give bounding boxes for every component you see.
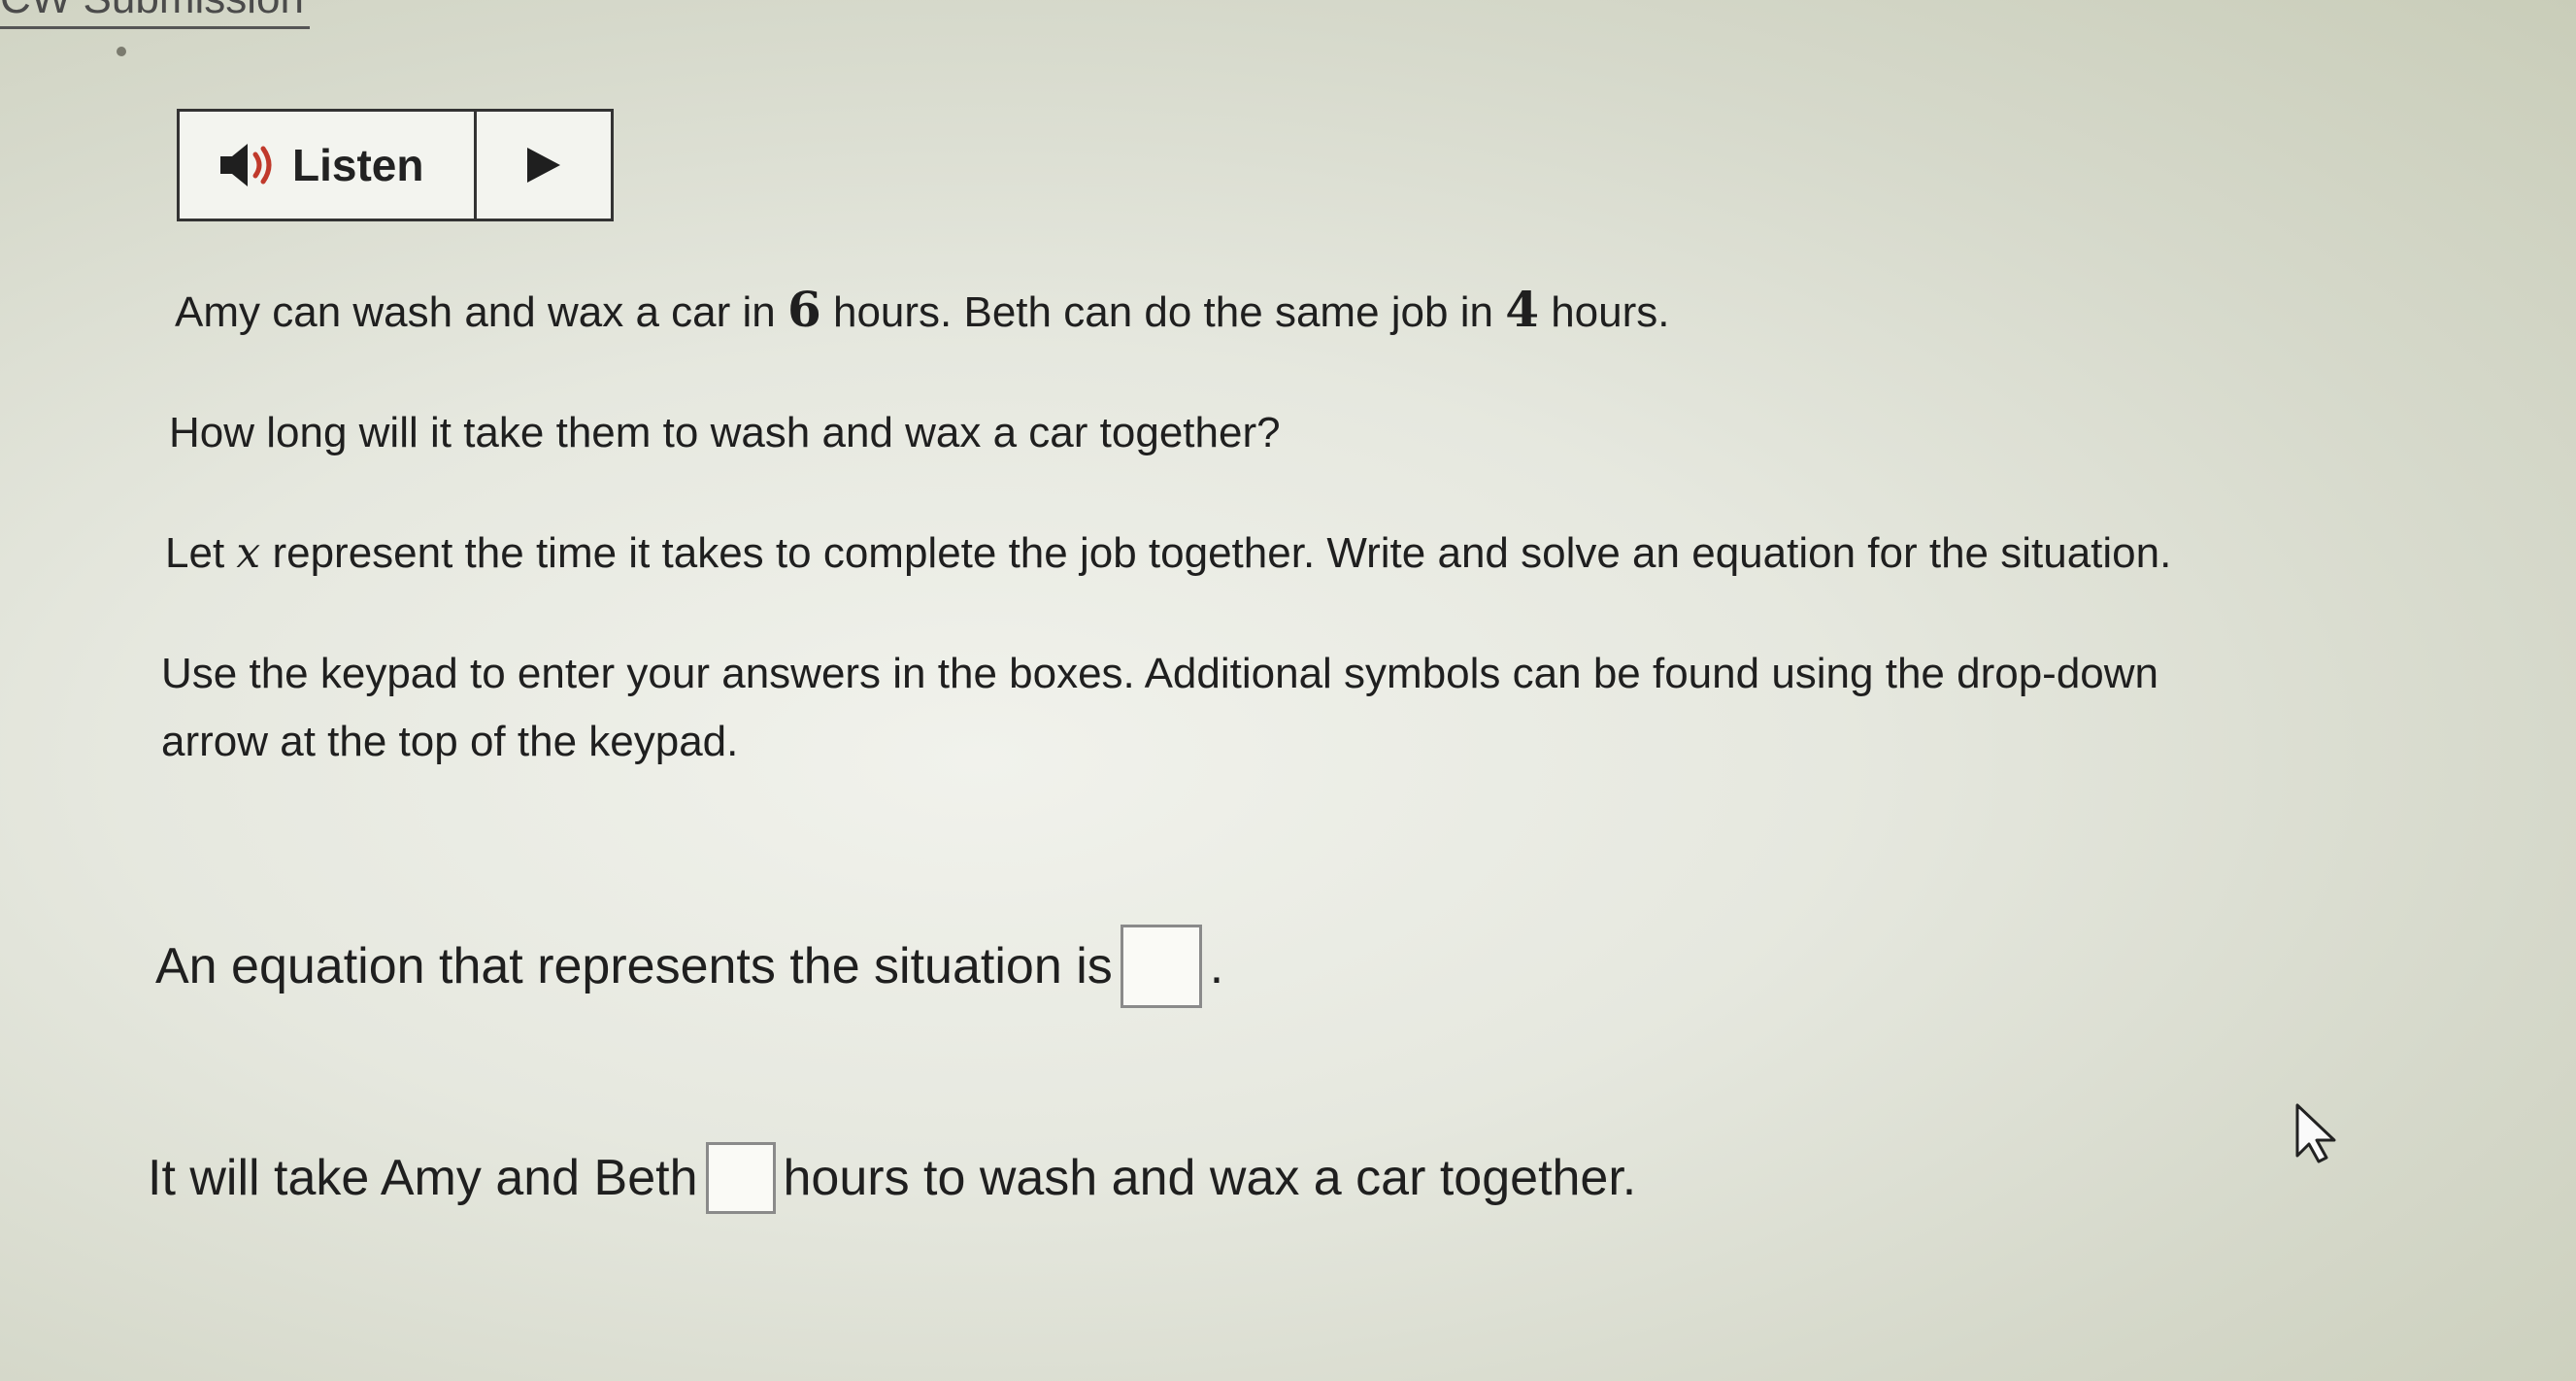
decorative-dot — [117, 47, 126, 56]
header-title: CW Submission — [0, 0, 310, 29]
time-answer-box[interactable] — [705, 1142, 776, 1214]
mouse-cursor-icon — [2293, 1101, 2340, 1170]
listen-label: Listen — [292, 140, 424, 190]
problem-text: hours. Beth can do the same job in — [820, 288, 1506, 336]
equation-answer-line: An equation that represents the situatio… — [155, 925, 1223, 1008]
amy-hours-value: 6 — [786, 281, 821, 338]
play-button[interactable] — [477, 112, 611, 219]
problem-line-2: How long will it take them to wash and w… — [169, 409, 1281, 456]
problem-line-1: Amy can wash and wax a car in 6 hours. B… — [175, 286, 1670, 334]
problem-text: Amy can wash and wax a car in — [175, 288, 787, 336]
equation-period: . — [1209, 938, 1224, 994]
time-answer-line: It will take Amy and Beth hours to wash … — [148, 1142, 1636, 1214]
play-icon — [525, 146, 562, 185]
equation-prompt: An equation that represents the situatio… — [155, 938, 1113, 994]
problem-text: hours. — [1538, 288, 1670, 336]
listen-widget: Listen — [177, 109, 614, 221]
problem-text: represent the time it takes to complete … — [260, 529, 2172, 577]
beth-hours-value: 4 — [1505, 281, 1539, 338]
listen-button[interactable]: Listen — [180, 112, 477, 219]
time-suffix: hours to wash and wax a car together. — [783, 1150, 1637, 1206]
problem-line-3: Let x represent the time it takes to com… — [165, 532, 2171, 575]
equation-answer-box[interactable] — [1120, 925, 1202, 1008]
variable-x: x — [236, 528, 261, 578]
speaker-icon — [218, 141, 279, 189]
instructions-line-2: arrow at the top of the keypad. — [161, 718, 739, 765]
instructions-line-1: Use the keypad to enter your answers in … — [161, 650, 2159, 697]
problem-text: Let — [165, 529, 237, 577]
time-prompt: It will take Amy and Beth — [148, 1150, 698, 1206]
